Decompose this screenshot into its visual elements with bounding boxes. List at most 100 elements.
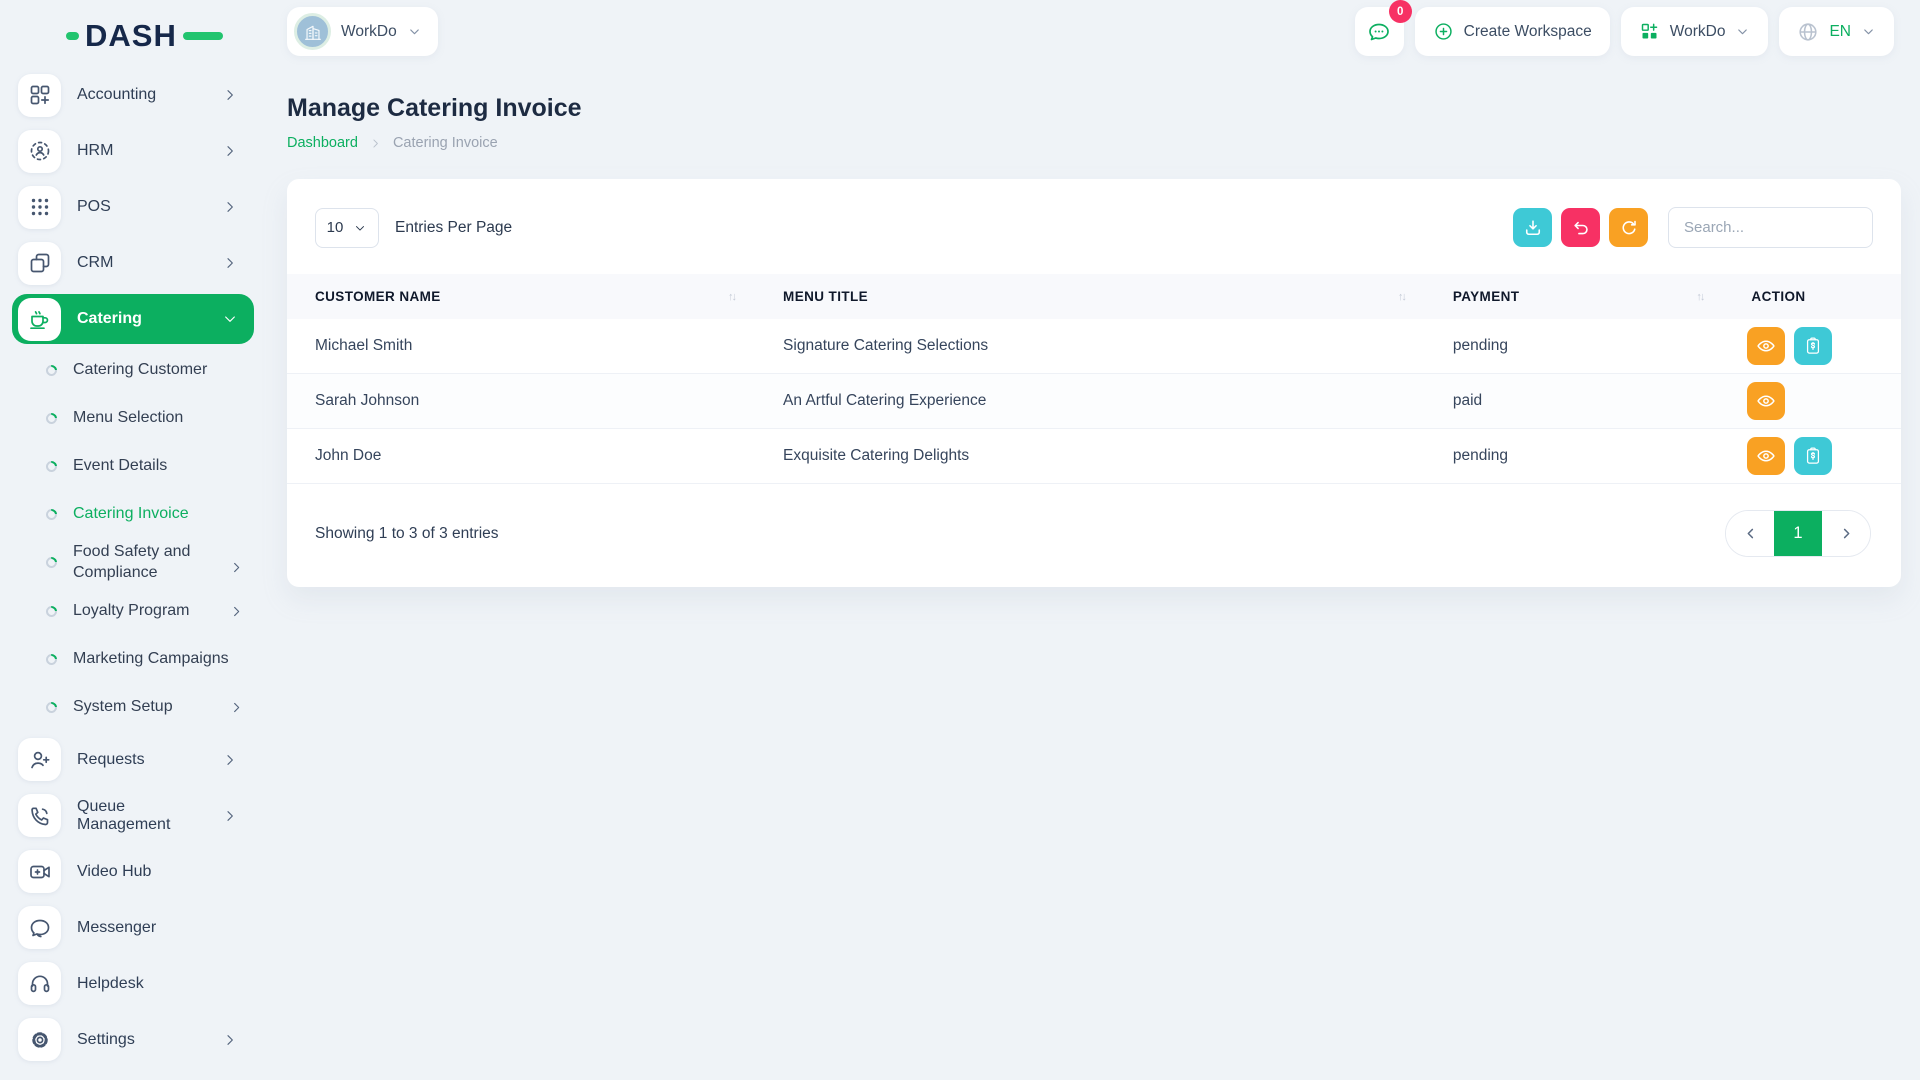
pagination: 1 <box>1725 510 1871 557</box>
sidebar-item-catering-customer[interactable]: Catering Customer <box>46 350 244 391</box>
sidebar-item-accounting[interactable]: Accounting <box>12 70 254 120</box>
sidebar-item-label: Requests <box>77 751 206 769</box>
dots-grid-icon <box>18 186 61 229</box>
video-camera-icon <box>18 850 61 893</box>
bullet-icon <box>44 507 59 522</box>
download-icon <box>1523 218 1543 238</box>
user-plus-icon <box>18 738 61 781</box>
sidebar-item-hrm[interactable]: HRM <box>12 126 254 176</box>
chevron-right-icon <box>229 604 244 619</box>
header-payment: PAYMENT ↑↓ <box>1425 289 1724 304</box>
sidebar-item-marketing-campaigns[interactable]: Marketing Campaigns <box>46 639 244 680</box>
entries-per-page-select[interactable]: 10 <box>315 208 379 248</box>
sidebar-subitem-label: System Setup <box>73 697 213 718</box>
entries-summary: Showing 1 to 3 of 3 entries <box>315 525 499 543</box>
sidebar-subitem-label: Catering Invoice <box>73 504 244 525</box>
chevron-right-icon <box>222 87 238 103</box>
create-workspace-button[interactable]: Create Workspace <box>1415 7 1610 56</box>
sidebar-item-label: Accounting <box>77 86 206 104</box>
sidebar-item-menu-selection[interactable]: Menu Selection <box>46 398 244 439</box>
breadcrumb: Dashboard Catering Invoice <box>287 135 1901 151</box>
previous-page-button[interactable] <box>1726 511 1774 556</box>
undo-arrow-icon <box>1571 218 1591 238</box>
sidebar-subitem-label: Food Safety and Compliance <box>73 542 213 584</box>
breadcrumb-dashboard-link[interactable]: Dashboard <box>287 135 358 151</box>
search-input[interactable] <box>1668 207 1873 248</box>
dash-logo[interactable]: DASH <box>66 20 223 51</box>
sidebar-item-pos[interactable]: POS <box>12 182 254 232</box>
sidebar-item-queue-management[interactable]: Queue Management <box>12 791 254 841</box>
view-button[interactable] <box>1747 382 1785 420</box>
sidebar-item-system-setup[interactable]: System Setup <box>46 687 244 728</box>
sort-icon[interactable]: ↑↓ <box>728 291 735 303</box>
phone-icon <box>18 794 61 837</box>
sort-icon[interactable]: ↑↓ <box>1696 291 1703 303</box>
plus-circle-icon <box>1433 21 1454 42</box>
table-footer: Showing 1 to 3 of 3 entries 1 <box>287 484 1901 587</box>
cell-payment-status: paid <box>1425 392 1724 410</box>
bullet-icon <box>44 699 59 714</box>
gear-icon <box>18 1018 61 1061</box>
cell-menu-title: Exquisite Catering Delights <box>755 447 1425 465</box>
chevron-down-icon <box>222 311 238 327</box>
sidebar-item-settings[interactable]: Settings <box>12 1015 254 1065</box>
chevron-right-icon <box>222 808 238 824</box>
globe-icon <box>1797 21 1819 43</box>
sidebar-item-label: Settings <box>77 1031 206 1049</box>
sort-icon[interactable]: ↑↓ <box>1398 291 1405 303</box>
cell-actions <box>1723 429 1901 483</box>
chevron-down-icon <box>1735 24 1750 39</box>
create-workspace-label: Create Workspace <box>1464 23 1592 41</box>
invoice-payment-button[interactable] <box>1794 437 1832 475</box>
sidebar-item-messenger[interactable]: Messenger <box>12 903 254 953</box>
sidebar-subitem-label: Menu Selection <box>73 408 244 429</box>
grid-plus-icon <box>18 74 61 117</box>
apps-grid-icon <box>1639 21 1660 42</box>
export-button[interactable] <box>1513 208 1552 247</box>
entries-per-page-value: 10 <box>327 219 344 236</box>
next-page-button[interactable] <box>1822 511 1870 556</box>
sidebar-item-loyalty-program[interactable]: Loyalty Program <box>46 591 244 632</box>
workspace-name: WorkDo <box>341 23 397 41</box>
chevron-down-icon <box>1861 24 1876 39</box>
cell-actions <box>1723 319 1901 373</box>
table-actions <box>1513 207 1873 248</box>
bullet-icon <box>44 651 59 666</box>
sidebar-item-catering[interactable]: Catering <box>12 294 254 344</box>
app-switcher-button[interactable]: WorkDo <box>1621 7 1769 56</box>
invoice-table: CUSTOMER NAME ↑↓ MENU TITLE ↑↓ PAYMENT ↑… <box>287 274 1901 484</box>
view-button[interactable] <box>1747 327 1785 365</box>
current-page[interactable]: 1 <box>1774 511 1822 556</box>
sidebar-item-label: CRM <box>77 254 206 272</box>
logo-dash-short <box>66 32 79 40</box>
chevron-right-icon <box>1839 526 1854 541</box>
sidebar-item-catering-invoice[interactable]: Catering Invoice <box>46 494 244 535</box>
main-content: Manage Catering Invoice Dashboard Cateri… <box>287 62 1901 587</box>
refresh-button[interactable] <box>1609 208 1648 247</box>
sidebar-item-label: Queue Management <box>77 798 206 834</box>
sidebar-item-video-hub[interactable]: Video Hub <box>12 847 254 897</box>
sidebar-item-food-safety-compliance[interactable]: Food Safety and Compliance <box>46 542 244 584</box>
table-header-row: CUSTOMER NAME ↑↓ MENU TITLE ↑↓ PAYMENT ↑… <box>287 274 1901 319</box>
messages-button[interactable]: 0 <box>1355 7 1404 56</box>
invoice-payment-button[interactable] <box>1794 327 1832 365</box>
sidebar-item-crm[interactable]: CRM <box>12 238 254 288</box>
bullet-icon <box>44 411 59 426</box>
sidebar-item-helpdesk[interactable]: Helpdesk <box>12 959 254 1009</box>
sidebar-item-label: POS <box>77 198 206 216</box>
sidebar-item-event-details[interactable]: Event Details <box>46 446 244 487</box>
headphones-icon <box>18 962 61 1005</box>
invoice-table-card: 10 Entries Per Page <box>287 179 1901 587</box>
chevron-right-icon <box>222 752 238 768</box>
workspace-selector[interactable]: WorkDo <box>287 7 438 56</box>
coffee-cup-icon <box>18 298 61 341</box>
reset-button[interactable] <box>1561 208 1600 247</box>
bullet-icon <box>44 555 59 570</box>
chevron-right-icon <box>222 1032 238 1048</box>
chevron-right-icon <box>222 143 238 159</box>
sidebar-item-requests[interactable]: Requests <box>12 735 254 785</box>
refresh-icon <box>1619 218 1639 238</box>
view-button[interactable] <box>1747 437 1785 475</box>
cell-actions <box>1723 374 1901 428</box>
language-selector[interactable]: EN <box>1779 7 1894 56</box>
